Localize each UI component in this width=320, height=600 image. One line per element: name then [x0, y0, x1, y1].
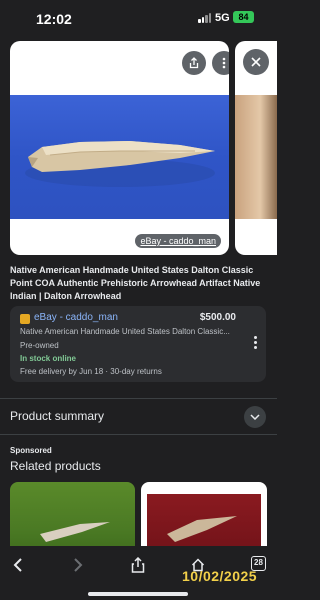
close-icon	[251, 57, 261, 67]
ebay-favicon-icon	[20, 314, 30, 324]
chevron-right-icon	[74, 558, 83, 572]
network-type: 5G	[215, 12, 230, 24]
stock-status: In stock online	[20, 354, 77, 363]
product-summary-label: Product summary	[10, 409, 105, 423]
offer-condition: Pre-owned	[20, 341, 59, 350]
chevron-left-icon	[13, 558, 22, 572]
listing-title[interactable]: Native American Handmade United States D…	[10, 264, 268, 303]
related-products-heading: Related products	[10, 459, 101, 473]
share-icon	[189, 57, 199, 69]
offer-card[interactable]: eBay - caddo_man $500.00 Native American…	[10, 306, 266, 382]
battery-indicator: 84	[233, 11, 254, 23]
image-source-link[interactable]: eBay - caddo_man	[135, 234, 221, 248]
divider	[0, 434, 277, 435]
share-icon	[131, 557, 145, 573]
status-time: 12:02	[36, 11, 72, 27]
back-button[interactable]	[7, 554, 29, 576]
delivery-info: Free delivery by Jun 18 · 30-day returns	[20, 367, 162, 376]
offer-price: $500.00	[199, 312, 236, 323]
expand-button[interactable]	[244, 406, 266, 428]
date-stamp-overlay: 10/02/2025	[182, 568, 258, 584]
offer-more-icon[interactable]	[250, 336, 260, 352]
forward-button[interactable]	[67, 554, 89, 576]
more-vert-icon	[222, 57, 226, 69]
offer-description: Native American Handmade United States D…	[20, 327, 230, 336]
image-carousel[interactable]: eBay - caddo_man	[0, 40, 277, 256]
product-image-card[interactable]: eBay - caddo_man	[10, 41, 229, 255]
share-button[interactable]	[182, 51, 206, 75]
home-indicator[interactable]	[88, 592, 188, 596]
seller-link[interactable]: eBay - caddo_man	[34, 312, 118, 323]
next-arrowhead-photo	[235, 95, 277, 219]
arrowhead-photo	[10, 95, 229, 219]
divider	[0, 398, 277, 399]
cell-signal-icon	[198, 13, 212, 23]
chevron-down-icon	[250, 414, 260, 420]
close-button[interactable]	[243, 49, 269, 75]
sponsored-label: Sponsored	[10, 446, 52, 455]
product-summary-row[interactable]: Product summary	[0, 400, 277, 434]
more-options-button[interactable]	[212, 51, 229, 75]
status-bar: 12:02 5G 84	[0, 0, 277, 38]
share-page-button[interactable]	[127, 554, 149, 576]
